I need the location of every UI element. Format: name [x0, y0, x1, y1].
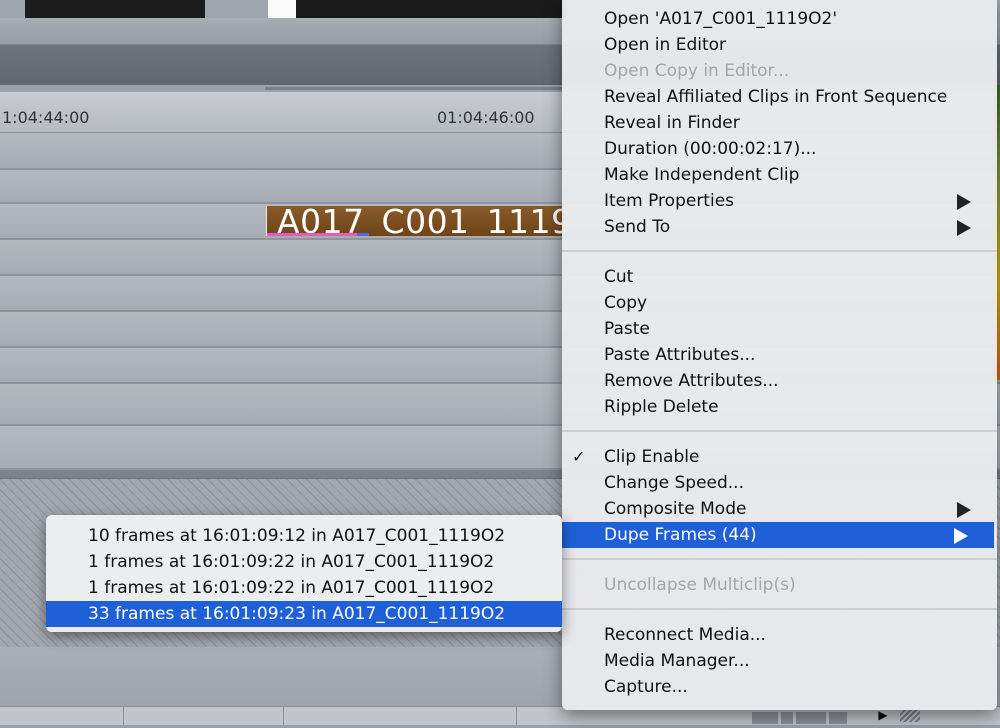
dupe-frame-label: 1 frames at 16:01:09:22 in A017_C001_111…	[88, 552, 495, 572]
menu-item-label: Open in Editor	[604, 35, 727, 55]
menu-item-label: Cut	[604, 267, 634, 287]
menu-item-paste-attributes[interactable]: Paste Attributes...	[562, 342, 997, 368]
menu-item-label: Uncollapse Multiclip(s)	[604, 575, 796, 595]
menu-item-capture[interactable]: Capture...	[562, 674, 997, 700]
menu-item-label: Composite Mode	[604, 499, 747, 519]
resize-handle-icon[interactable]	[900, 708, 920, 722]
menu-item-item-properties[interactable]: Item Properties	[562, 188, 997, 214]
menu-item-duration-00-00-02-17[interactable]: Duration (00:00:02:17)...	[562, 136, 997, 162]
dupe-frame-item[interactable]: 1 frames at 16:01:09:22 in A017_C001_111…	[46, 549, 562, 575]
submenu-arrow-icon	[957, 220, 971, 236]
menu-item-label: Open 'A017_C001_1119O2'	[604, 9, 838, 29]
menu-item-label: Reveal Affiliated Clips in Front Sequenc…	[604, 87, 948, 107]
menu-item-label: Open Copy in Editor...	[604, 61, 790, 81]
menu-item-make-independent-clip[interactable]: Make Independent Clip	[562, 162, 997, 188]
menu-item-label: Media Manager...	[604, 651, 750, 671]
menu-item-label: Send To	[604, 217, 671, 237]
menu-item-uncollapse-multiclip-s: Uncollapse Multiclip(s)	[562, 572, 997, 598]
menu-item-label: Remove Attributes...	[604, 371, 779, 391]
clip-name: A017_C001_1119	[277, 206, 567, 236]
clip-marker-bar	[357, 233, 369, 236]
timecode-label: 01:04:46:00	[437, 108, 535, 127]
menu-item-remove-attributes[interactable]: Remove Attributes...	[562, 368, 997, 394]
menu-item-send-to[interactable]: Send To	[562, 214, 997, 240]
menu-item-label: Reveal in Finder	[604, 113, 740, 133]
checkmark-icon: ✓	[572, 447, 586, 466]
menu-item-label: Duration (00:00:02:17)...	[604, 139, 817, 159]
menu-item-label: Paste Attributes...	[604, 345, 756, 365]
menu-item-cut[interactable]: Cut	[562, 264, 997, 290]
menu-item-open-in-editor[interactable]: Open in Editor	[562, 32, 997, 58]
menu-item-label: Ripple Delete	[604, 397, 719, 417]
menu-item-reconnect-media[interactable]: Reconnect Media...	[562, 622, 997, 648]
menu-item-label: Copy	[604, 293, 648, 313]
menu-item-clip-enable[interactable]: ✓ Clip Enable	[562, 444, 997, 470]
menu-item-reveal-in-finder[interactable]: Reveal in Finder	[562, 110, 997, 136]
dupe-frame-item[interactable]: 33 frames at 16:01:09:23 in A017_C001_11…	[46, 601, 562, 627]
dupe-frame-label: 10 frames at 16:01:09:12 in A017_C001_11…	[88, 526, 506, 546]
menu-item-reveal-affiliated-clips-in-front-sequence[interactable]: Reveal Affiliated Clips in Front Sequenc…	[562, 84, 997, 110]
dupe-frame-item[interactable]: 10 frames at 16:01:09:12 in A017_C001_11…	[46, 523, 562, 549]
viewer-canvas	[296, 0, 566, 18]
dupe-frames-submenu: 10 frames at 16:01:09:12 in A017_C001_11…	[46, 515, 562, 632]
zoom-slider[interactable]	[752, 709, 862, 724]
menu-item-paste[interactable]: Paste	[562, 316, 997, 342]
timeline-clip[interactable]: A017_C001_1119	[266, 206, 567, 236]
submenu-arrow-icon	[957, 194, 971, 210]
menu-item-label: Reconnect Media...	[604, 625, 766, 645]
menu-item-copy[interactable]: Copy	[562, 290, 997, 316]
clip-context-menu: Open 'A017_C001_1119O2' Open in Editor Ope…	[562, 0, 997, 710]
menu-item-media-manager[interactable]: Media Manager...	[562, 648, 997, 674]
timecode-label: 1:04:44:00	[2, 108, 90, 127]
dupe-frame-label: 1 frames at 16:01:09:22 in A017_C001_111…	[88, 578, 495, 598]
submenu-arrow-icon	[954, 528, 968, 544]
menu-item-label: Make Independent Clip	[604, 165, 800, 185]
menu-item-label: Paste	[604, 319, 650, 339]
menu-item-ripple-delete[interactable]: Ripple Delete	[562, 394, 997, 420]
menu-item-dupe-frames-44[interactable]: Dupe Frames (44)	[562, 522, 994, 548]
clip-marker-bar	[267, 233, 357, 236]
menu-item-label: Change Speed...	[604, 473, 744, 493]
menu-item-composite-mode[interactable]: Composite Mode	[562, 496, 997, 522]
viewer-thumbnail	[25, 0, 205, 18]
menu-item-label: Dupe Frames (44)	[604, 525, 757, 545]
menu-separator	[562, 558, 997, 560]
viewer-highlight	[268, 0, 296, 18]
menu-item-label: Item Properties	[604, 191, 735, 211]
timeline-scrollbar[interactable]	[265, 87, 565, 90]
menu-item-change-speed[interactable]: Change Speed...	[562, 470, 997, 496]
menu-separator	[562, 608, 997, 610]
menu-separator	[562, 250, 997, 252]
menu-item-label: Capture...	[604, 677, 688, 697]
submenu-arrow-icon	[957, 502, 971, 518]
menu-separator	[562, 430, 997, 432]
menu-item-label: Clip Enable	[604, 447, 700, 467]
menu-item-open-copy-in-editor: Open Copy in Editor...	[562, 58, 997, 84]
dupe-frame-item[interactable]: 1 frames at 16:01:09:22 in A017_C001_111…	[46, 575, 562, 601]
dupe-frame-label: 33 frames at 16:01:09:23 in A017_C001_11…	[88, 604, 506, 624]
menu-item-open-a017-c001-1119o2[interactable]: Open 'A017_C001_1119O2'	[562, 6, 997, 32]
